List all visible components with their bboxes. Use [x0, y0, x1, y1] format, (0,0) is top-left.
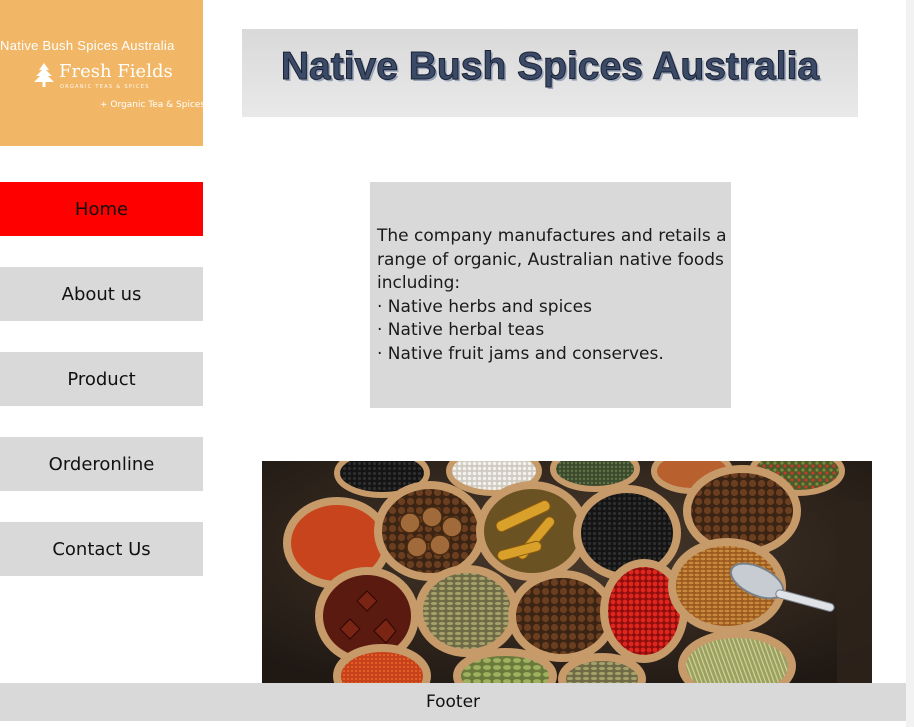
logo[interactable]: Native Bush Spices Australia Fresh Field…	[0, 0, 206, 146]
content-text: The company manufactures and retails a r…	[377, 225, 729, 366]
logo-subtitle: ORGANIC TEAS & SPICES	[60, 84, 150, 90]
nav-item-about-us[interactable]: About us	[0, 267, 203, 321]
nav-item-product[interactable]: Product	[0, 352, 203, 406]
content-box: The company manufactures and retails a r…	[370, 182, 731, 408]
spices-illustration	[262, 461, 872, 683]
nav-item-label: Product	[67, 368, 136, 390]
nav-item-order-online[interactable]: Orderonline	[0, 437, 203, 491]
nav-item-label: Home	[74, 198, 129, 220]
page-title: Native Bush Spices Australia	[280, 45, 820, 89]
page: Native Bush Spices Australia Fresh Field…	[0, 0, 906, 727]
logo-brand-line: Native Bush Spices Australia	[0, 38, 175, 53]
content-list: · Native herbs and spices · Native herba…	[377, 296, 729, 367]
list-item: · Native herbs and spices	[377, 296, 592, 317]
footer: Footer	[0, 683, 906, 721]
spices-photo	[262, 461, 872, 683]
nav-item-label: About us	[61, 283, 142, 305]
nav-item-label: Orderonline	[48, 453, 155, 475]
list-item: · Native fruit jams and conserves.	[377, 343, 664, 364]
logo-name: Fresh Fields	[59, 61, 173, 82]
nav-item-contact-us[interactable]: Contact Us	[0, 522, 203, 576]
list-item: · Native herbal teas	[377, 320, 545, 340]
header-banner: Native Bush Spices Australia	[242, 29, 858, 117]
content-intro: The company manufactures and retails a r…	[377, 226, 727, 293]
logo-tagline: + Organic Tea & Spices	[100, 100, 206, 110]
tree-icon	[34, 63, 54, 87]
nav-item-home[interactable]: Home	[0, 182, 203, 236]
nav-item-label: Contact Us	[52, 538, 151, 560]
footer-label: Footer	[425, 692, 481, 712]
